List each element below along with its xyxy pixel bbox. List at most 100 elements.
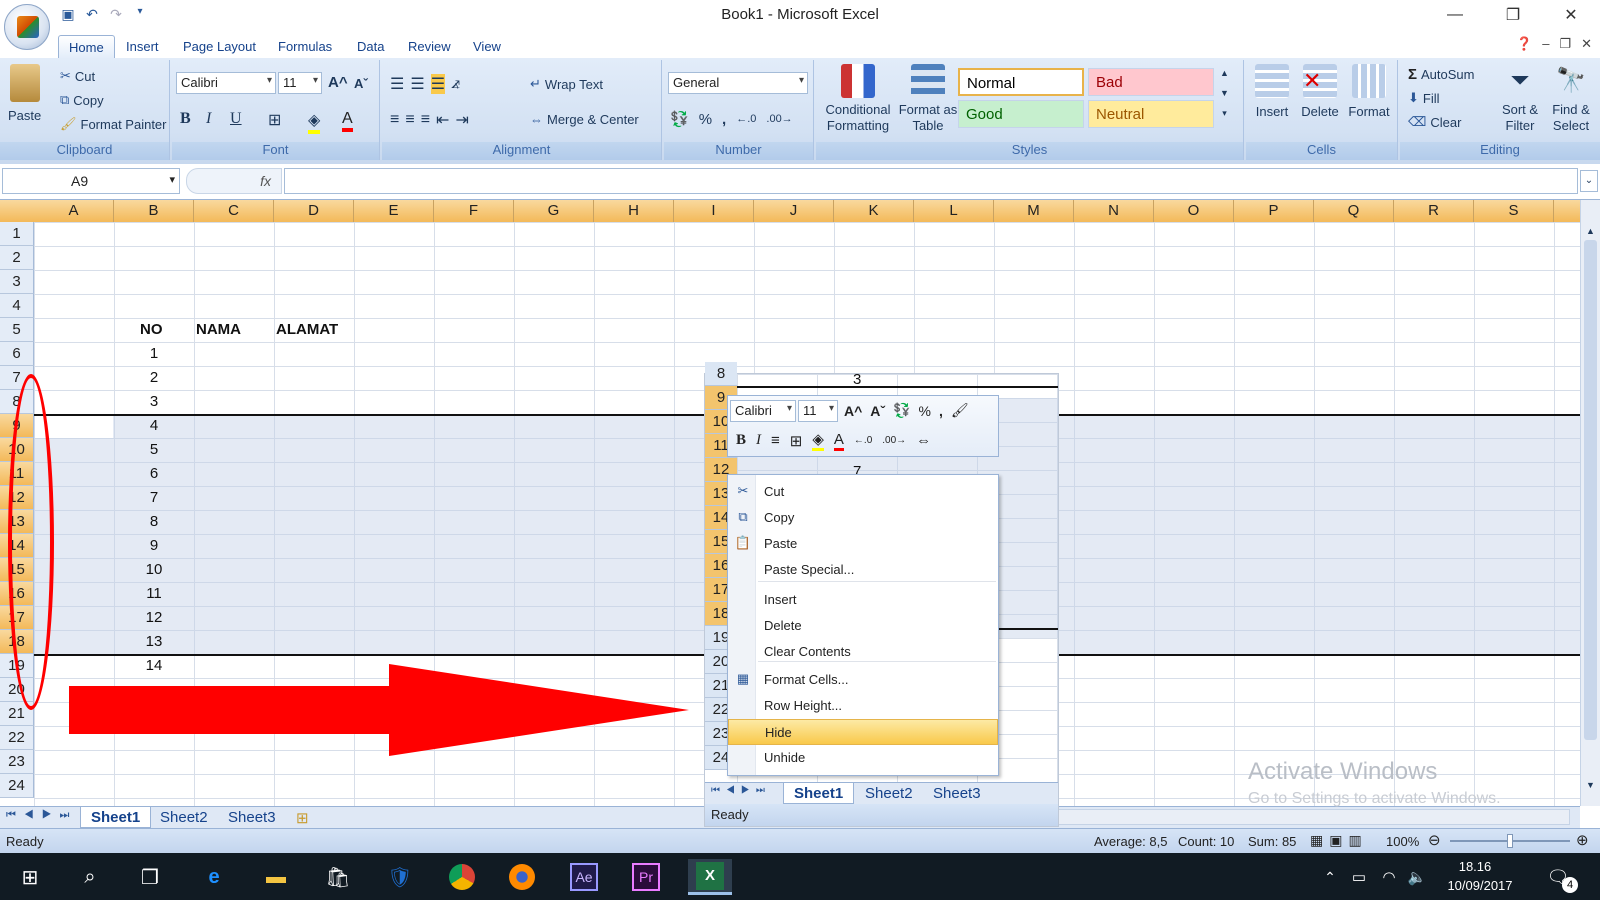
cell-no-value[interactable]: 12 — [114, 606, 194, 630]
zoom-in-icon[interactable]: ⊕ — [1576, 831, 1589, 849]
menu-item-unhide[interactable]: Unhide — [728, 745, 998, 771]
zoom-slider-thumb[interactable] — [1507, 834, 1513, 848]
column-header-l[interactable]: L — [914, 200, 994, 222]
bold-button[interactable]: B — [180, 110, 191, 128]
edge-icon[interactable]: e — [192, 859, 236, 895]
copy-button[interactable]: ⧉ Copy — [60, 92, 104, 108]
tray-chevron-icon[interactable]: ⌃ — [1318, 859, 1342, 895]
style-good[interactable]: Good — [958, 100, 1084, 128]
increase-indent-icon[interactable]: ⇥ — [455, 110, 468, 130]
restore-button[interactable]: ❐ — [1484, 0, 1542, 30]
cell-no-value[interactable]: 7 — [114, 486, 194, 510]
after-effects-icon[interactable]: Ae — [562, 859, 606, 895]
conditional-formatting-button[interactable]: Conditional Formatting — [820, 64, 896, 134]
column-header-e[interactable]: E — [354, 200, 434, 222]
sort-filter-button[interactable]: ⏷ Sort & Filter — [1496, 64, 1544, 134]
column-header-p[interactable]: P — [1234, 200, 1314, 222]
excel-taskbar-icon[interactable]: X — [688, 859, 732, 895]
align-middle-icon[interactable]: ☰ — [410, 74, 424, 94]
currency-icon[interactable]: 💱 — [670, 110, 689, 128]
column-header-g[interactable]: G — [514, 200, 594, 222]
mini-format-painter-icon[interactable]: 🖌 — [951, 402, 969, 419]
start-icon[interactable]: ⊞ — [8, 859, 52, 895]
find-select-button[interactable]: 🔭 Find & Select — [1546, 64, 1596, 134]
chevron-down-icon[interactable]: ▼ — [1220, 88, 1229, 98]
menu-item-paste-special[interactable]: Paste Special... — [728, 557, 998, 583]
font-size-combo[interactable]: 11 — [278, 72, 322, 94]
workbook-minimize-icon[interactable]: – — [1542, 36, 1549, 52]
insert-function-button[interactable]: fx — [186, 168, 282, 194]
cell-no-value[interactable]: 13 — [114, 630, 194, 654]
style-normal[interactable]: Normal — [958, 68, 1084, 96]
tab-page-layout[interactable]: Page Layout — [173, 35, 266, 58]
insert-cells-button[interactable]: Insert — [1250, 64, 1294, 119]
shrink-font-button[interactable]: Aˇ — [354, 76, 368, 91]
menu-item-row-height[interactable]: Row Height... — [728, 693, 998, 719]
column-header-s[interactable]: S — [1474, 200, 1554, 222]
name-box[interactable]: A9 — [2, 168, 180, 194]
column-header-r[interactable]: R — [1394, 200, 1474, 222]
cell-no-value[interactable]: 2 — [114, 366, 194, 390]
mini-currency-icon[interactable]: 💱 — [893, 402, 910, 419]
format-painter-button[interactable]: 🖌 Format Painter — [60, 116, 167, 132]
sheet-nav-arrows-icon[interactable]: ⏮◀▶⏭ — [6, 809, 77, 822]
workbook-close-icon[interactable]: ✕ — [1581, 36, 1592, 52]
cell-no-value[interactable]: 10 — [114, 558, 194, 582]
expand-formula-bar-icon[interactable]: ⌄ — [1580, 170, 1598, 192]
sheet-tab-3[interactable]: Sheet3 — [218, 807, 286, 828]
row-header-22[interactable]: 22 — [0, 726, 34, 750]
clock-date[interactable]: 10/09/2017 — [1440, 878, 1520, 893]
scroll-down-icon[interactable]: ▼ — [1584, 780, 1597, 790]
format-as-table-button[interactable]: Format as Table — [898, 64, 958, 134]
decrease-indent-icon[interactable]: ⇤ — [436, 110, 449, 130]
sheet-tab-1[interactable]: Sheet1 — [80, 807, 152, 828]
zoom-level[interactable]: 100% — [1386, 834, 1419, 849]
menu-item-hide[interactable]: Hide — [728, 719, 998, 745]
header-nama[interactable]: NAMA — [196, 318, 241, 342]
close-button[interactable]: ✕ — [1542, 0, 1600, 30]
decrease-decimal-icon[interactable]: .00→ — [766, 113, 792, 125]
office-button[interactable] — [4, 4, 50, 50]
menu-item-cut[interactable]: ✂ Cut — [728, 479, 998, 505]
more-styles-icon[interactable]: ▾ — [1222, 108, 1227, 119]
task-view-icon[interactable]: ❐ — [128, 859, 172, 895]
sheet-tab-2[interactable]: Sheet2 — [150, 807, 218, 828]
number-format-combo[interactable]: General — [668, 72, 808, 94]
vertical-scrollbar[interactable]: ▲ ▼ — [1580, 200, 1600, 806]
menu-item-insert[interactable]: Insert — [728, 587, 998, 613]
mini-bold-icon[interactable]: B — [736, 432, 746, 449]
column-header-f[interactable]: F — [434, 200, 514, 222]
store-icon[interactable]: 🛍 — [316, 859, 360, 895]
autosum-button[interactable]: Σ AutoSum — [1408, 66, 1475, 83]
view-buttons-icon[interactable]: ▦▣▥ — [1310, 832, 1368, 849]
mini-percent-icon[interactable]: % — [919, 403, 931, 419]
tab-home[interactable]: Home — [58, 35, 115, 58]
fill-color-button[interactable]: ◈ — [308, 110, 321, 134]
increase-decimal-icon[interactable]: ←.0 — [736, 113, 756, 125]
fill-button[interactable]: ⬇ Fill — [1408, 90, 1440, 106]
firefox-icon[interactable] — [500, 859, 544, 895]
cell-no-value[interactable]: 6 — [114, 462, 194, 486]
cell-no-value[interactable]: 8 — [114, 510, 194, 534]
tab-data[interactable]: Data — [347, 35, 394, 58]
style-bad[interactable]: Bad — [1088, 68, 1214, 96]
help-icon[interactable]: ❓ — [1516, 36, 1532, 52]
column-header-a[interactable]: A — [34, 200, 114, 222]
defender-icon[interactable]: 🛡 — [378, 859, 422, 895]
column-header-c[interactable]: C — [194, 200, 274, 222]
underline-button[interactable]: U — [230, 110, 242, 128]
header-no[interactable]: NO — [140, 318, 163, 342]
paste-button[interactable]: Paste — [8, 64, 41, 123]
minimize-button[interactable]: — — [1426, 0, 1484, 30]
styles-scroll[interactable]: ▲ ▼ ▾ — [1220, 68, 1229, 119]
format-cells-button[interactable]: Format — [1346, 64, 1392, 119]
mini-center-icon[interactable]: ≡ — [771, 432, 780, 449]
row-header-24[interactable]: 24 — [0, 774, 34, 798]
column-header-h[interactable]: H — [594, 200, 674, 222]
formula-input[interactable] — [284, 168, 1578, 194]
cell-no-value[interactable]: 9 — [114, 534, 194, 558]
tab-formulas[interactable]: Formulas — [268, 35, 342, 58]
column-header-b[interactable]: B — [114, 200, 194, 222]
row-header-5[interactable]: 5 — [0, 318, 34, 342]
insert-sheet-icon[interactable]: ⊞ — [286, 807, 319, 828]
